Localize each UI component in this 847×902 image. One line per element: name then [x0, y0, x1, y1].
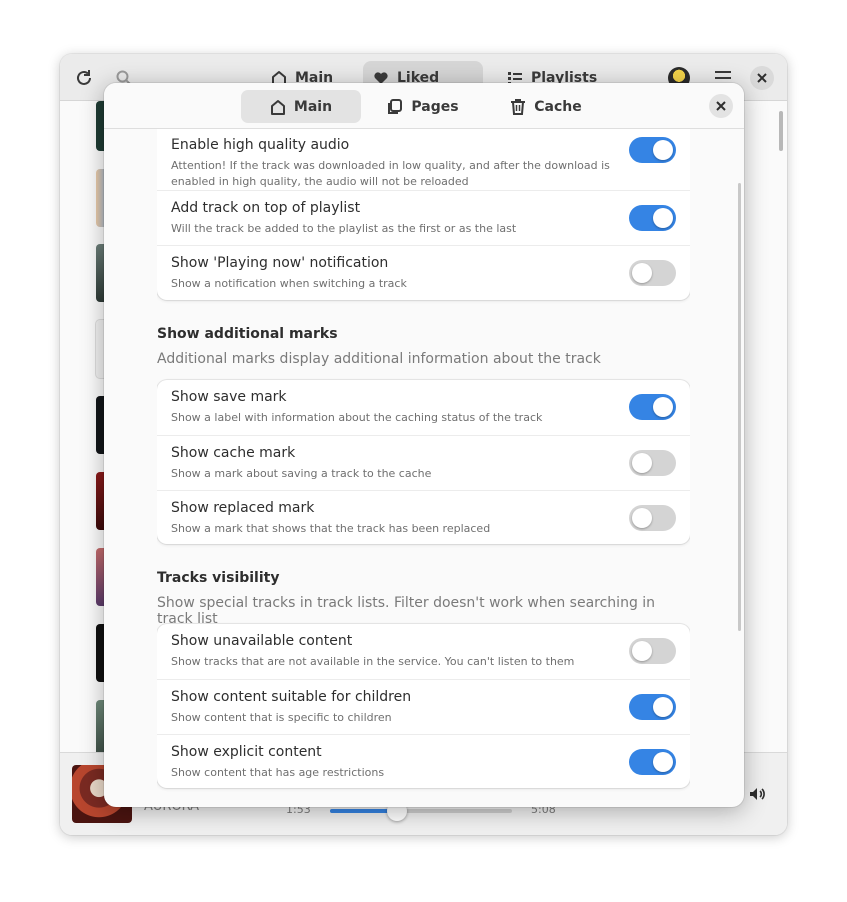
dialog-tab-cache[interactable]: Cache — [486, 90, 606, 123]
dialog-tab-main[interactable]: Main — [241, 90, 361, 123]
dialog-tab-label: Cache — [534, 98, 582, 115]
refresh-icon[interactable] — [72, 66, 96, 90]
dialog-tab-label: Pages — [411, 98, 459, 115]
toggle-unavailable-content[interactable] — [629, 638, 676, 664]
row-title: Show explicit content — [171, 744, 322, 760]
row-subtitle: Show content that has age restrictions — [171, 766, 385, 779]
preference-row: Show save mark Show a label with informa… — [157, 380, 690, 435]
toggle-replaced-mark[interactable] — [629, 505, 676, 531]
toggle-children-content[interactable] — [629, 694, 676, 720]
preference-row: Show content suitable for children Show … — [157, 679, 690, 734]
row-title: Show replaced mark — [171, 500, 315, 516]
preferences-card: Show save mark Show a label with informa… — [157, 380, 690, 544]
row-subtitle: Show content that is specific to childre… — [171, 711, 392, 724]
row-subtitle: Show a mark about saving a track to the … — [171, 467, 432, 480]
dialog-header: Main Pages Cache — [104, 83, 744, 129]
row-title: Show 'Playing now' notification — [171, 255, 389, 271]
dialog-scrollbar[interactable] — [738, 183, 741, 631]
row-subtitle: Show tracks that are not available in th… — [171, 655, 575, 668]
close-icon — [716, 101, 726, 111]
preference-row: Show cache mark Show a mark about saving… — [157, 435, 690, 490]
home-icon — [270, 99, 286, 115]
row-title: Show content suitable for children — [171, 689, 412, 705]
row-title: Show save mark — [171, 389, 287, 405]
preference-row: Show 'Playing now' notification Show a n… — [157, 245, 690, 300]
group-description: Show special tracks in track lists. Filt… — [157, 595, 656, 627]
preference-row: Add track on top of playlist Will the tr… — [157, 190, 690, 245]
toggle-add-on-top[interactable] — [629, 205, 676, 231]
preferences-content: Enable high quality audio Attention! If … — [157, 129, 690, 807]
row-subtitle: Show a mark that shows that the track ha… — [171, 522, 491, 535]
group-title: Show additional marks — [157, 326, 338, 342]
preferences-card: Enable high quality audio Attention! If … — [157, 129, 690, 300]
toggle-save-mark[interactable] — [629, 394, 676, 420]
toggle-explicit-content[interactable] — [629, 749, 676, 775]
progress-slider[interactable] — [330, 801, 512, 821]
preferences-dialog: Main Pages Cache Enable high quality aud… — [104, 83, 744, 807]
row-subtitle: Attention! If the track was downloaded i… — [171, 159, 610, 188]
row-subtitle: Show a label with information about the … — [171, 411, 543, 424]
main-scrollbar[interactable] — [779, 111, 783, 151]
dialog-tab-label: Main — [293, 98, 333, 115]
pages-icon — [387, 98, 403, 115]
row-title: Add track on top of playlist — [171, 200, 361, 216]
trash-icon — [510, 98, 526, 115]
volume-icon[interactable] — [748, 785, 766, 803]
preference-row: Enable high quality audio Attention! If … — [157, 129, 690, 190]
toggle-high-quality-audio[interactable] — [629, 137, 676, 163]
preference-row: Show unavailable content Show tracks tha… — [157, 624, 690, 679]
row-title: Enable high quality audio — [171, 137, 350, 153]
close-icon — [757, 73, 767, 83]
dialog-tab-pages[interactable]: Pages — [363, 90, 483, 123]
row-title: Show cache mark — [171, 445, 296, 461]
preference-row: Show explicit content Show content that … — [157, 734, 690, 788]
main-close-button[interactable] — [750, 66, 774, 90]
toggle-playing-now-notification[interactable] — [629, 260, 676, 286]
dialog-close-button[interactable] — [709, 94, 733, 118]
row-title: Show unavailable content — [171, 633, 353, 649]
group-title: Tracks visibility — [157, 570, 280, 586]
row-subtitle: Will the track be added to the playlist … — [171, 222, 517, 235]
preference-row: Show replaced mark Show a mark that show… — [157, 490, 690, 544]
row-subtitle: Show a notification when switching a tra… — [171, 277, 407, 290]
group-description: Additional marks display additional info… — [157, 351, 601, 367]
preferences-card: Show unavailable content Show tracks tha… — [157, 624, 690, 788]
toggle-cache-mark[interactable] — [629, 450, 676, 476]
